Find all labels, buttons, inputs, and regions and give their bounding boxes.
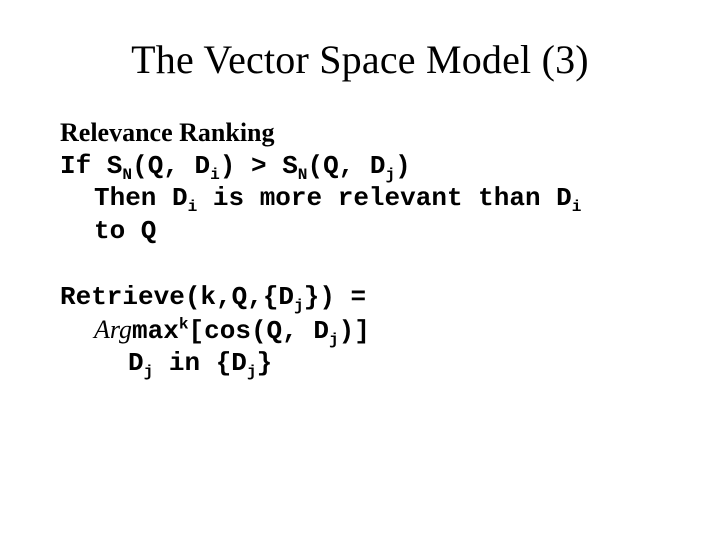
- subscript-n: N: [122, 166, 132, 184]
- text: (Q, D: [307, 151, 385, 181]
- text: }: [257, 348, 273, 378]
- text: is more relevant than D: [197, 183, 571, 213]
- superscript-k: k: [179, 315, 189, 333]
- arg-italic: Arg: [94, 315, 132, 344]
- retrieve-line-3: Dj in {Dj}: [60, 347, 660, 380]
- slide: The Vector Space Model (3) Relevance Ran…: [0, 0, 720, 540]
- text: Retrieve(k,Q,{D: [60, 282, 294, 312]
- subscript-j: j: [385, 166, 395, 184]
- subscript-i: i: [572, 198, 582, 216]
- text: }) =: [304, 282, 366, 312]
- subscript-i: i: [188, 198, 198, 216]
- text: If S: [60, 151, 122, 181]
- retrieve-line-1: Retrieve(k,Q,{Dj}) =: [60, 281, 660, 314]
- slide-body: Relevance Ranking If SN(Q, Di) > SN(Q, D…: [60, 117, 660, 380]
- relevance-line-3: to Q: [60, 215, 660, 248]
- relevance-line-1: If SN(Q, Di) > SN(Q, Dj): [60, 150, 660, 183]
- paragraph-gap: [60, 247, 660, 281]
- text: )]: [339, 316, 370, 346]
- text: ): [395, 151, 411, 181]
- text: Then D: [94, 183, 188, 213]
- relevance-line-2: Then Di is more relevant than Di: [60, 182, 660, 215]
- text: D: [128, 348, 144, 378]
- retrieve-line-2: Argmaxk[cos(Q, Dj)]: [60, 314, 660, 348]
- subscript-j: j: [247, 363, 257, 381]
- subscript-j: j: [144, 363, 154, 381]
- text: max: [132, 316, 179, 346]
- relevance-heading: Relevance Ranking: [60, 117, 660, 150]
- subscript-j: j: [329, 331, 339, 349]
- text: in {D: [153, 348, 247, 378]
- text: ) > S: [220, 151, 298, 181]
- subscript-i: i: [210, 166, 220, 184]
- subscript-j: j: [294, 297, 304, 315]
- text: [cos(Q, D: [189, 316, 329, 346]
- slide-title: The Vector Space Model (3): [60, 36, 660, 83]
- text: (Q, D: [132, 151, 210, 181]
